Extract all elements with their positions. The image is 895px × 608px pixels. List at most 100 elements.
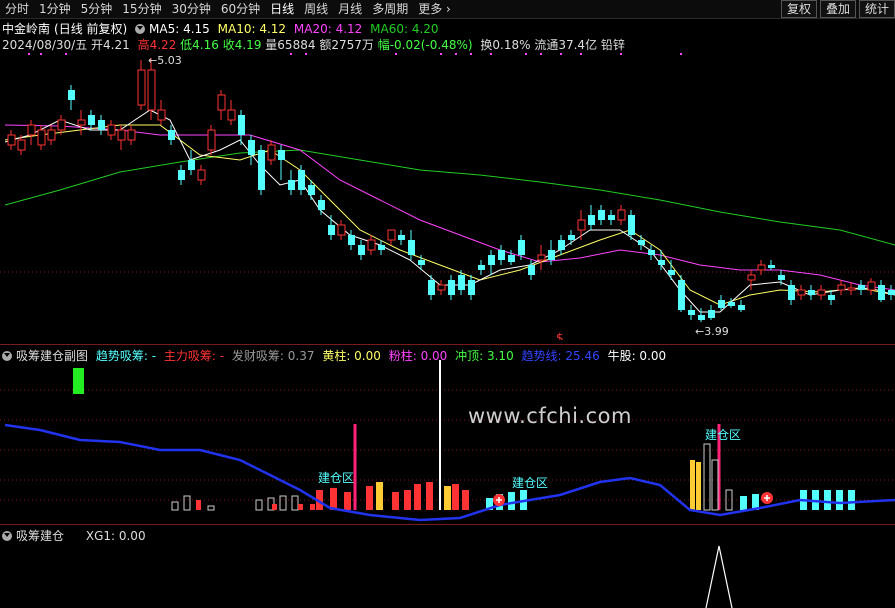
tab-more[interactable]: 更多 ›	[413, 0, 456, 18]
candle-body	[337, 224, 346, 236]
candle-body	[98, 120, 105, 130]
zone-label: 建仓区	[512, 476, 548, 490]
candle-body	[478, 265, 485, 270]
candle-body	[817, 289, 826, 296]
candle-body	[638, 240, 645, 245]
candle-body	[528, 265, 535, 275]
candle-body	[608, 215, 615, 220]
candle-body	[708, 310, 715, 318]
stats-button[interactable]: 统计	[858, 0, 895, 18]
candle-body	[418, 260, 425, 265]
event-marker	[395, 53, 397, 55]
candle-body	[47, 129, 56, 141]
small-red-bar	[272, 504, 277, 510]
cyan-bar	[848, 490, 855, 510]
candle-body	[17, 139, 26, 151]
candle-body	[797, 289, 806, 296]
dropdown-icon[interactable]	[135, 24, 146, 34]
hollow-bar	[255, 499, 263, 511]
candle-body	[7, 134, 16, 146]
event-marker	[65, 53, 67, 55]
tab-weekly[interactable]: 周线	[299, 0, 333, 18]
red-bar	[404, 490, 411, 510]
candle-body	[88, 115, 95, 125]
candlesticks	[7, 58, 895, 322]
yellow-bar	[696, 462, 701, 510]
tab-60min[interactable]: 60分钟	[216, 0, 265, 18]
candle-body	[248, 140, 255, 155]
overlay-button[interactable]: 叠加	[819, 0, 856, 18]
candle-body	[197, 169, 206, 181]
candle-body	[628, 215, 635, 235]
candle-body	[27, 124, 36, 136]
tab-30min[interactable]: 30分钟	[167, 0, 216, 18]
red-bar	[414, 484, 421, 510]
tab-monthly[interactable]: 月线	[333, 0, 367, 18]
tab-timeshare[interactable]: 分时	[0, 0, 34, 18]
candle-body	[768, 265, 775, 268]
signal-block	[73, 368, 84, 394]
cyan-bar	[740, 496, 747, 510]
tab-5min[interactable]: 5分钟	[76, 0, 118, 18]
candle-body	[847, 287, 856, 291]
small-red-bar	[196, 500, 201, 510]
red-bar	[426, 482, 433, 510]
candle-body	[658, 260, 665, 265]
candle-body	[598, 210, 605, 220]
ma10-line	[4, 124, 895, 306]
signal-chart[interactable]	[0, 540, 895, 608]
candle-body	[107, 124, 116, 136]
adjust-button[interactable]: 复权	[780, 0, 817, 18]
event-marker	[680, 53, 682, 55]
red-bar	[392, 492, 399, 510]
cyan-bar	[836, 490, 843, 510]
candle-body	[858, 285, 865, 290]
candle-body	[577, 219, 586, 231]
candle-body	[617, 209, 626, 221]
candle-body	[437, 284, 446, 291]
candle-body	[37, 129, 46, 146]
yellow-bar	[376, 482, 383, 510]
candle-body	[348, 235, 355, 245]
red-bar	[462, 490, 469, 510]
event-marker	[470, 53, 472, 55]
candle-body	[508, 255, 515, 262]
tab-1min[interactable]: 1分钟	[34, 0, 76, 18]
candle-body	[378, 245, 385, 250]
kline-chart[interactable]: ←5.03 ←3.99 $	[0, 50, 895, 340]
candle-body	[57, 119, 66, 131]
candle-body	[308, 185, 315, 195]
candle-body	[888, 290, 895, 295]
event-marker	[305, 53, 307, 55]
zone-label: 建仓区	[705, 428, 741, 442]
candle-body	[488, 255, 495, 265]
candle-body	[398, 235, 405, 240]
candle-body	[387, 229, 396, 241]
candle-body	[747, 274, 756, 281]
ma20-value: MA20: 4.12	[293, 22, 363, 36]
signal-line	[705, 545, 733, 608]
tab-daily[interactable]: 日线	[265, 0, 299, 18]
panel-divider	[0, 524, 895, 525]
zone-label: 建仓区	[318, 471, 354, 485]
tab-15min[interactable]: 15分钟	[117, 0, 166, 18]
candle-body	[537, 254, 546, 261]
red-bar	[366, 486, 373, 510]
tab-multi-period[interactable]: 多周期	[367, 0, 413, 18]
candle-body	[548, 250, 555, 260]
candle-body	[878, 285, 885, 300]
absorb-chart[interactable]: 建仓区 建仓区 建仓区	[0, 360, 895, 528]
candle-body	[498, 250, 505, 260]
candle-body	[77, 119, 86, 126]
event-marker	[455, 53, 457, 55]
cyan-bar	[508, 492, 515, 510]
hollow-bar	[171, 501, 179, 511]
candle-body	[127, 129, 136, 141]
candle-body	[358, 245, 365, 255]
candle-body	[778, 275, 785, 280]
candle-body	[837, 284, 846, 291]
ma10-value: MA10: 4.12	[217, 22, 287, 36]
yellow-bar	[444, 486, 451, 510]
candle-body	[258, 150, 265, 190]
candle-body	[408, 240, 415, 255]
